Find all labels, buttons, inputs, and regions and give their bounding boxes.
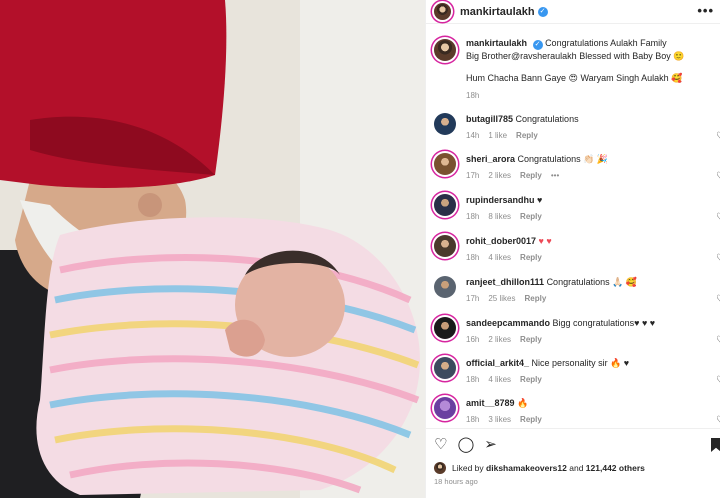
- post-photo: [0, 0, 425, 498]
- comment-likes[interactable]: 2 likes: [488, 335, 511, 344]
- post-header: mankirtaulakh ✓ •••: [426, 0, 720, 24]
- comment-text: Congratulations 🙏🏻 🥰: [546, 277, 638, 287]
- comment-text: Bigg congratulations♥ ♥ ♥: [552, 318, 656, 328]
- comment-item: official_arkit4_ Nice personality sir 🔥 …: [434, 357, 720, 386]
- reply-button[interactable]: Reply: [524, 294, 546, 303]
- caption-line-3: Hum Chacha Bann Gaye 😍 Waryam Singh Aula…: [466, 73, 683, 83]
- comment-username[interactable]: sandeepcammando: [466, 318, 550, 328]
- likes-and: and: [569, 463, 584, 473]
- comment-time: 17h: [466, 294, 480, 303]
- comment-avatar[interactable]: [434, 397, 456, 419]
- comment-username[interactable]: ranjeet_dhillon111: [466, 277, 544, 287]
- verified-icon: ✓: [532, 40, 543, 50]
- like-comment-heart-icon[interactable]: ♡: [716, 171, 720, 182]
- likes-summary: Liked by dikshamakeovers12 and 121,442 o…: [434, 462, 645, 474]
- post-age: 18 hours ago: [434, 477, 478, 486]
- post-actions: ♡ ◯ ➢: [426, 428, 720, 462]
- comment-avatar[interactable]: [434, 153, 456, 175]
- like-comment-heart-icon[interactable]: ♡: [716, 335, 720, 346]
- comment-avatar[interactable]: [434, 235, 456, 257]
- comment-avatar[interactable]: [434, 113, 456, 135]
- reply-button[interactable]: Reply: [516, 131, 538, 140]
- comment-time: 18h: [466, 375, 480, 384]
- liker-avatar[interactable]: [434, 462, 446, 474]
- reply-button[interactable]: Reply: [520, 212, 542, 221]
- comment-time: 17h: [466, 171, 480, 180]
- photo-illustration: [0, 0, 425, 498]
- comment-text: Congratulations 👏🏻 🎉: [517, 154, 608, 164]
- comment-avatar[interactable]: [434, 357, 456, 379]
- comment-likes[interactable]: 1 like: [488, 131, 507, 140]
- comment-item: sandeepcammando Bigg congratulations♥ ♥ …: [434, 317, 720, 346]
- comment-time: 16h: [466, 335, 480, 344]
- comment-likes[interactable]: 25 likes: [488, 294, 515, 303]
- comment-time: 18h: [466, 415, 480, 424]
- comment-text: Nice personality sir 🔥 ♥: [531, 358, 630, 368]
- verified-icon: ✓: [537, 6, 548, 17]
- comment-text: ♥: [537, 195, 543, 205]
- more-options-icon[interactable]: •••: [697, 3, 714, 18]
- like-heart-icon[interactable]: ♡: [434, 437, 447, 462]
- comment-time: 14h: [466, 131, 480, 140]
- comment-item: ranjeet_dhillon111 Congratulations 🙏🏻 🥰 …: [434, 276, 720, 305]
- like-comment-heart-icon[interactable]: ♡: [716, 375, 720, 386]
- comment-text: Congratulations: [515, 114, 579, 124]
- comment-item: butagill785 Congratulations 14h 1 like Rep…: [434, 113, 720, 142]
- reply-button[interactable]: Reply: [520, 171, 542, 180]
- comment-likes[interactable]: 4 likes: [488, 375, 511, 384]
- comment-more-icon[interactable]: •••: [551, 171, 559, 180]
- comment-username[interactable]: amit__8789: [466, 398, 515, 408]
- header-avatar[interactable]: [434, 3, 451, 20]
- comment-username[interactable]: sheri_arora: [466, 154, 515, 164]
- likes-prefix: Liked by: [452, 463, 484, 473]
- like-comment-heart-icon[interactable]: ♡: [716, 131, 720, 142]
- comment-item: rohit_dober0017 ♥ ♥ 18h 4 likes Reply ♡: [434, 235, 720, 264]
- comment-text: ♥ ♥: [538, 236, 552, 246]
- comment-likes[interactable]: 2 likes: [488, 171, 511, 180]
- comment-likes[interactable]: 8 likes: [488, 212, 511, 221]
- caption-avatar[interactable]: [434, 39, 456, 61]
- comment-username[interactable]: official_arkit4_: [466, 358, 529, 368]
- comment-item: amit__8789 🔥 18h 3 likes Reply ♡: [434, 397, 720, 426]
- caption-time: 18h: [466, 91, 480, 100]
- comment-time: 18h: [466, 253, 480, 262]
- caption-username[interactable]: mankirtaulakh: [466, 38, 527, 48]
- comment-avatar[interactable]: [434, 276, 456, 298]
- share-send-icon[interactable]: ➢: [484, 437, 497, 462]
- comment-likes[interactable]: 3 likes: [488, 415, 511, 424]
- reply-button[interactable]: Reply: [520, 335, 542, 344]
- likes-count[interactable]: 121,442 others: [586, 463, 645, 473]
- like-comment-heart-icon[interactable]: ♡: [716, 294, 720, 305]
- caption-line-1: Congratulations Aulakh Family: [545, 38, 667, 48]
- reply-button[interactable]: Reply: [520, 253, 542, 262]
- comment-avatar[interactable]: [434, 194, 456, 216]
- post-caption: mankirtaulakh ✓ Congratulations Aulakh F…: [434, 37, 714, 102]
- like-comment-heart-icon[interactable]: ♡: [716, 415, 720, 426]
- caption-line-2: Big Brother@ravsheraulakh Blessed with B…: [466, 51, 685, 61]
- comment-username[interactable]: rohit_dober0017: [466, 236, 536, 246]
- bookmark-icon[interactable]: [711, 438, 720, 452]
- comment-avatar[interactable]: [434, 317, 456, 339]
- reply-button[interactable]: Reply: [520, 415, 542, 424]
- comment-time: 18h: [466, 212, 480, 221]
- comment-item: rupindersandhu ♥ 18h 8 likes Reply ♡: [434, 194, 720, 223]
- comment-item: sheri_arora Congratulations 👏🏻 🎉 17h 2 li…: [434, 153, 720, 182]
- comment-text: 🔥: [517, 398, 529, 408]
- reply-button[interactable]: Reply: [520, 375, 542, 384]
- liker-username[interactable]: dikshamakeovers12: [486, 463, 567, 473]
- like-comment-heart-icon[interactable]: ♡: [716, 212, 720, 223]
- comment-bubble-icon[interactable]: ◯: [457, 437, 474, 462]
- header-username[interactable]: mankirtaulakh: [460, 6, 535, 18]
- like-comment-heart-icon[interactable]: ♡: [716, 253, 720, 264]
- comment-likes[interactable]: 4 likes: [488, 253, 511, 262]
- comment-username[interactable]: butagill785: [466, 114, 513, 124]
- comment-username[interactable]: rupindersandhu: [466, 195, 535, 205]
- comments-panel: mankirtaulakh ✓ ••• mankirtaulakh ✓ Cong…: [425, 0, 720, 498]
